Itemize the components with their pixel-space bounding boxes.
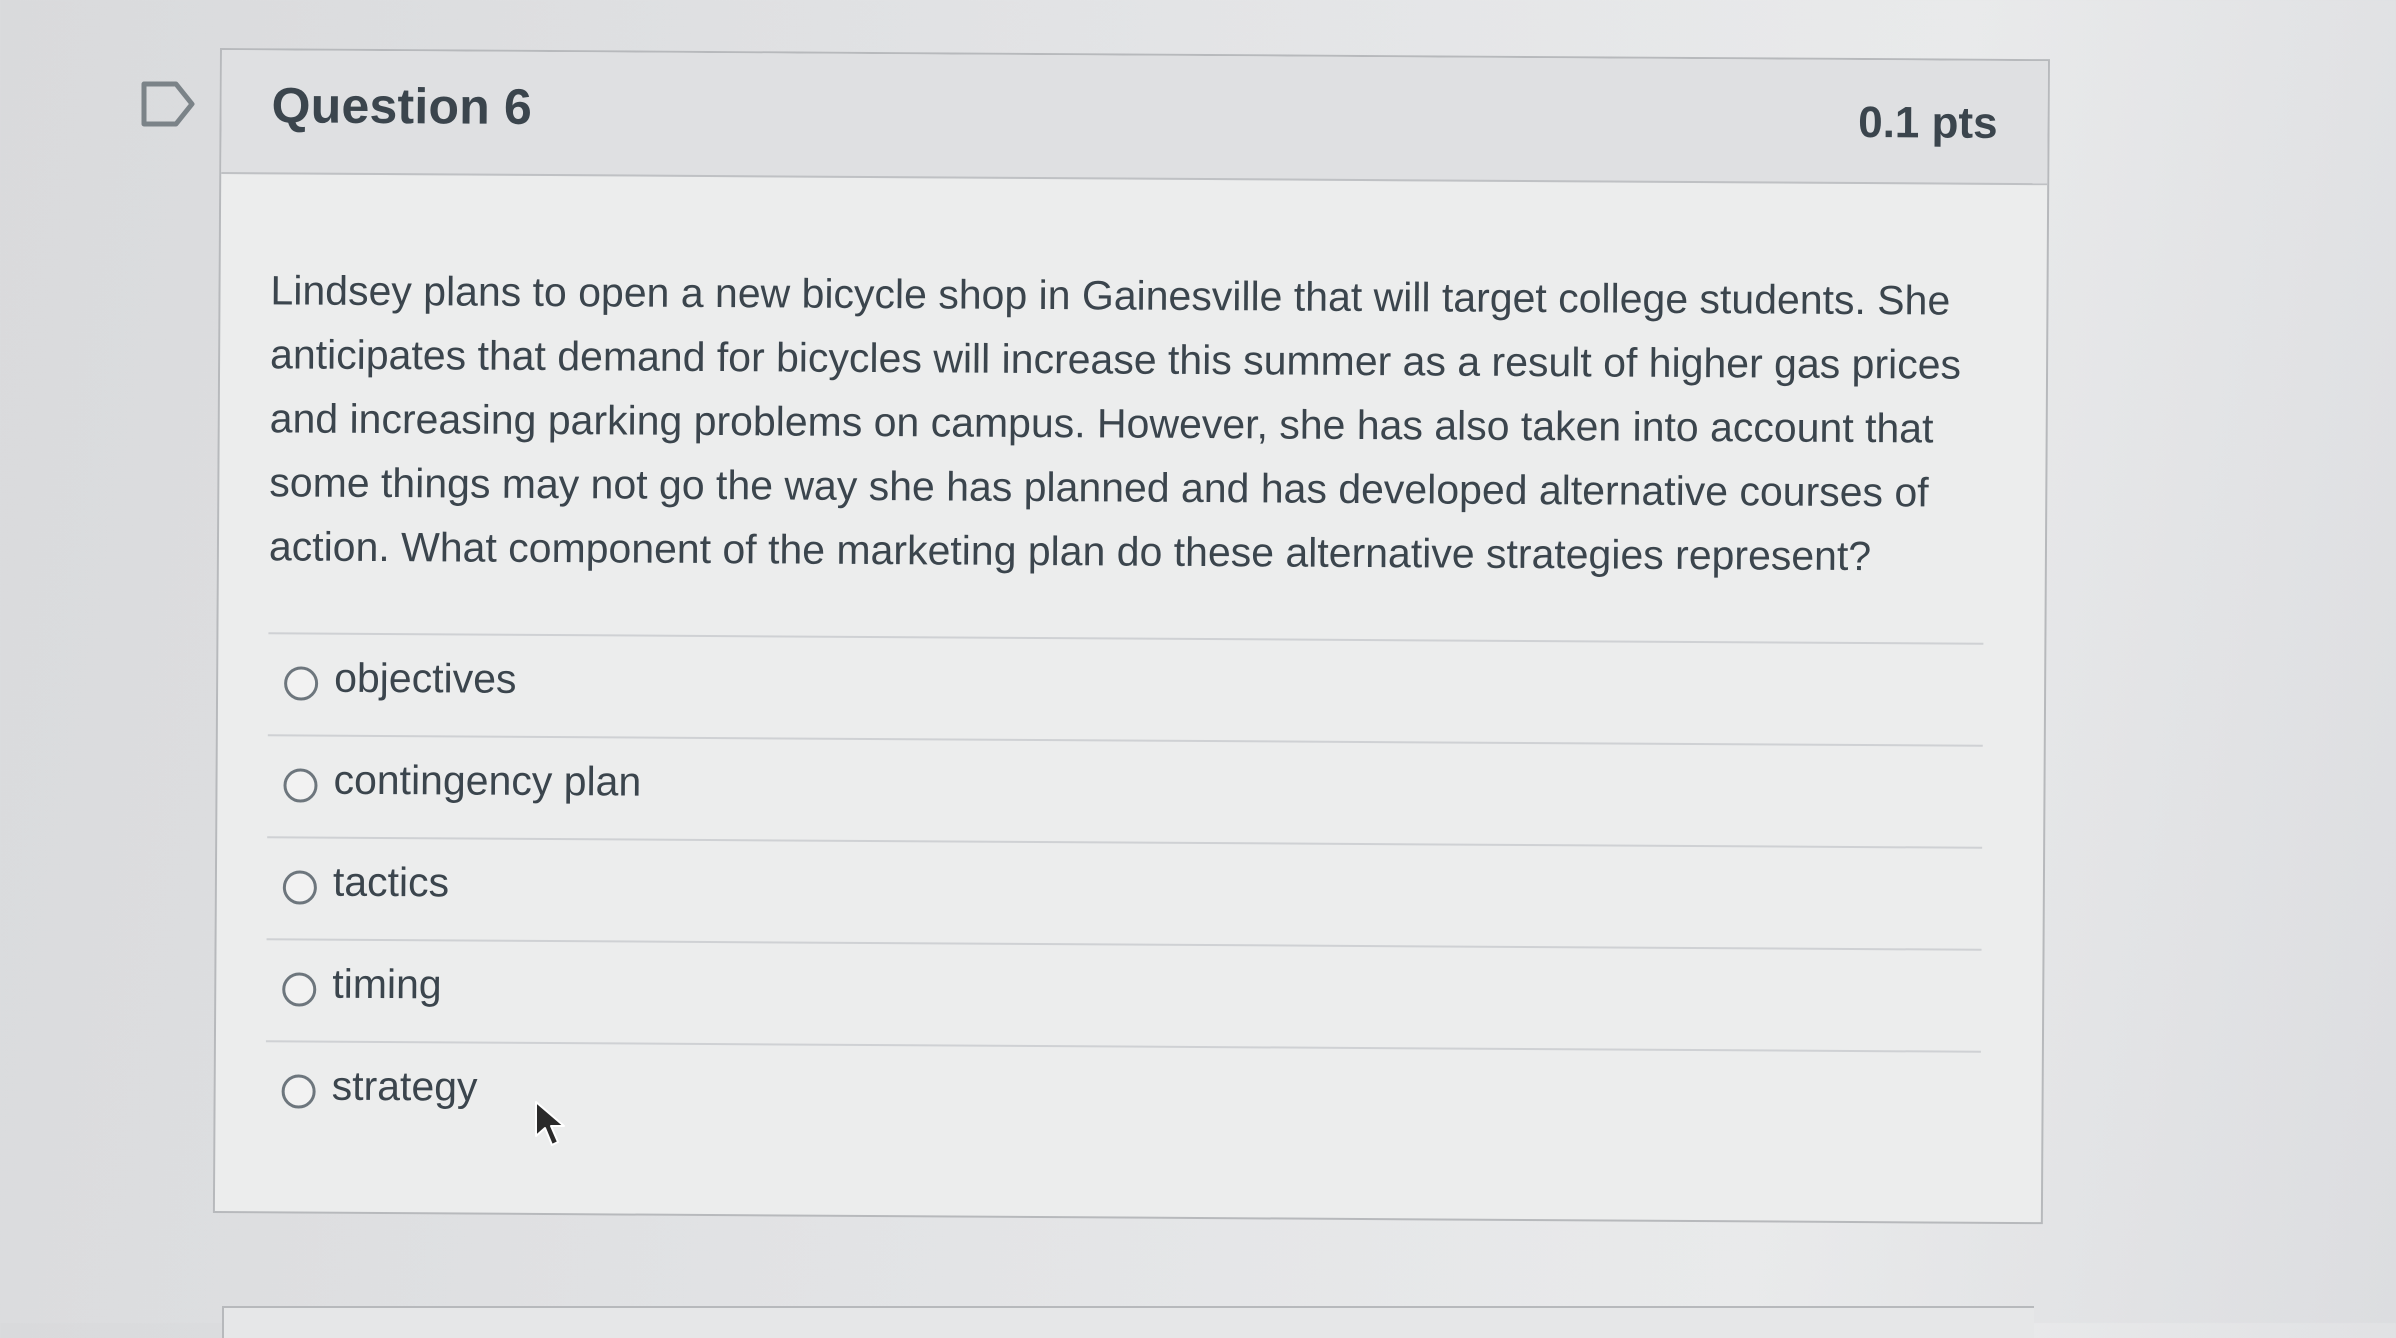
next-question-card-edge — [222, 1306, 2034, 1338]
answer-label[interactable]: objectives — [334, 655, 517, 703]
radio-button[interactable] — [282, 972, 317, 1007]
question-header: Question 6 0.1 pts — [221, 50, 2048, 186]
answer-list: objectives contingency plan tactics timi… — [265, 632, 1984, 1153]
radio-button[interactable] — [282, 870, 317, 905]
answer-label[interactable]: strategy — [332, 1063, 478, 1111]
answer-label[interactable]: contingency plan — [333, 757, 641, 806]
question-card: Question 6 0.1 pts Lindsey plans to open… — [212, 48, 2050, 1225]
answer-label[interactable]: timing — [332, 961, 442, 1009]
question-points: 0.1 pts — [1858, 98, 1998, 148]
answer-option[interactable]: timing — [265, 938, 1982, 1051]
answer-option[interactable]: strategy — [265, 1040, 1981, 1153]
answer-option[interactable]: contingency plan — [267, 734, 1983, 847]
question-title: Question 6 — [271, 77, 533, 135]
question-text: Lindsey plans to open a new bicycle shop… — [268, 267, 1962, 580]
answer-option[interactable]: tactics — [266, 836, 1983, 949]
radio-button[interactable] — [283, 768, 318, 803]
flag-question-icon[interactable] — [140, 80, 196, 128]
answer-label[interactable]: tactics — [333, 859, 449, 907]
answer-option[interactable]: objectives — [267, 632, 1984, 745]
radio-button[interactable] — [281, 1074, 316, 1109]
mouse-pointer-icon — [535, 1101, 565, 1146]
radio-button[interactable] — [284, 666, 319, 701]
